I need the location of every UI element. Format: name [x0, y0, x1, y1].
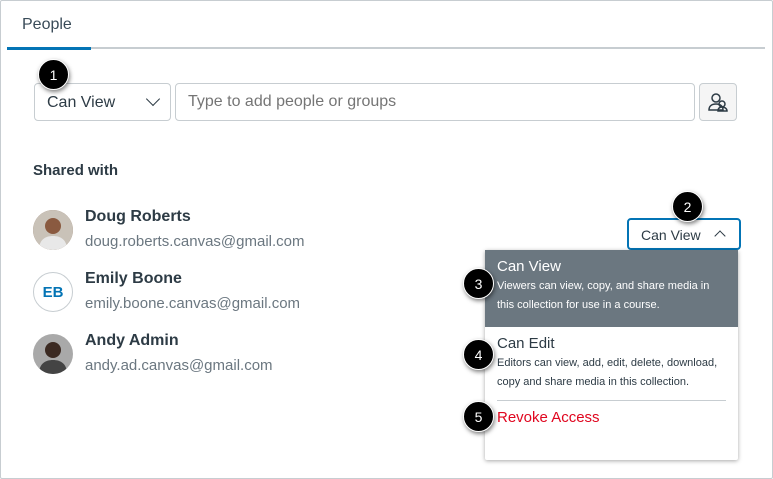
avatar	[33, 210, 73, 250]
tab-people[interactable]: People	[22, 16, 72, 34]
add-people-input[interactable]	[175, 83, 695, 121]
menu-option-can-edit[interactable]: Can Edit Editors can view, add, edit, de…	[485, 327, 738, 400]
callout-badge: 3	[463, 268, 494, 299]
chevron-down-icon	[145, 91, 161, 107]
role-menu: Can View Viewers can view, copy, and sha…	[485, 250, 738, 460]
role-dropdown-button[interactable]: Can View	[627, 218, 741, 250]
option-title: Can Edit	[497, 335, 555, 352]
people-icon	[708, 93, 728, 112]
callout-badge: 5	[463, 401, 494, 432]
role-label: Can View	[641, 227, 701, 243]
callout-badge: 4	[463, 339, 494, 370]
person-name: Doug Roberts	[85, 208, 191, 225]
callout-badge: 2	[672, 191, 703, 222]
revoke-access-option[interactable]: Revoke Access	[485, 401, 738, 434]
option-description: Viewers can view, copy, and share media …	[497, 280, 710, 311]
chevron-up-icon	[714, 230, 726, 242]
callout-badge: 1	[38, 59, 69, 90]
tab-divider	[7, 47, 765, 49]
person-email: andy.ad.canvas@gmail.com	[85, 357, 273, 374]
people-browse-button[interactable]	[699, 83, 737, 121]
person-email: emily.boone.canvas@gmail.com	[85, 295, 301, 312]
person-name: Emily Boone	[85, 270, 182, 287]
shared-with-heading: Shared with	[33, 162, 119, 179]
menu-option-can-view[interactable]: Can View Viewers can view, copy, and sha…	[485, 250, 738, 327]
person-name: Andy Admin	[85, 332, 179, 349]
person-email: doug.roberts.canvas@gmail.com	[85, 233, 305, 250]
avatar	[33, 334, 73, 374]
option-description: Editors can view, add, edit, delete, dow…	[497, 357, 718, 388]
option-title: Can View	[497, 258, 561, 275]
permission-select-value: Can View	[47, 94, 116, 111]
active-tab-indicator	[7, 47, 91, 50]
avatar: EB	[33, 272, 73, 312]
